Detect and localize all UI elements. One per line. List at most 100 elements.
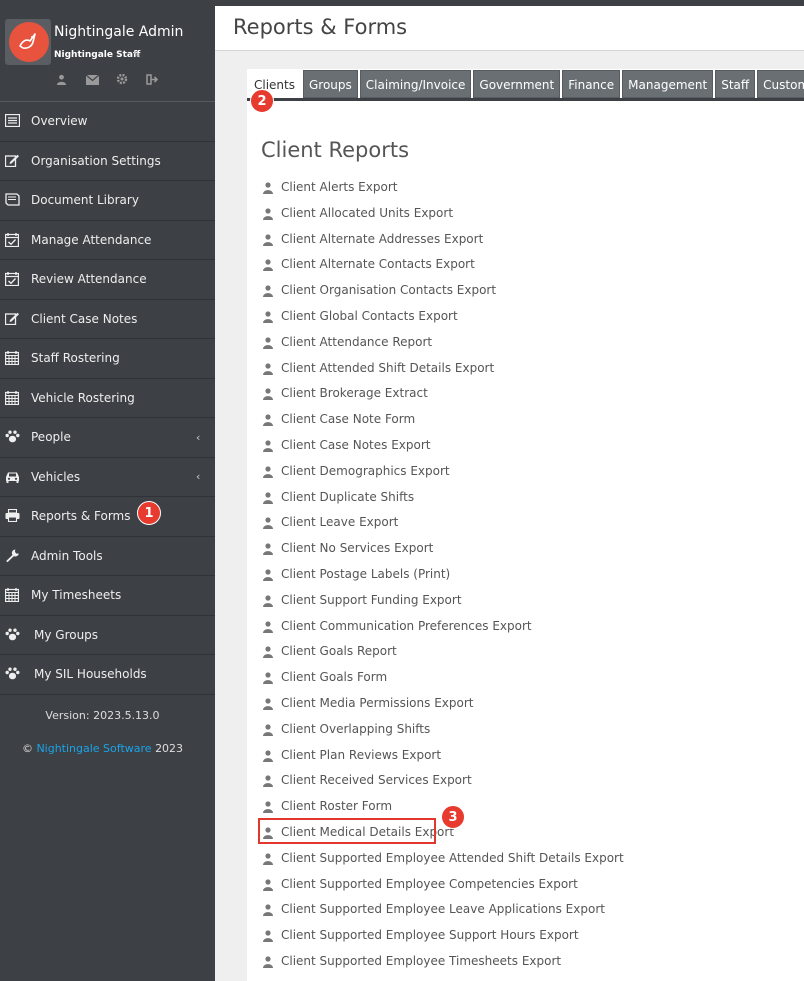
sidebar-item-label: My Timesheets [31,588,122,603]
user-icon [263,543,273,556]
sidebar-item-label: Organisation Settings [31,153,161,168]
report-link[interactable]: Client Demographics Export [262,459,624,485]
user-icon[interactable] [56,70,86,89]
tab-staff[interactable]: Staff [715,70,756,98]
report-label: Client Alerts Export [281,180,398,194]
report-link[interactable]: Client Organisation Contacts Export [262,278,624,304]
report-label: Client Demographics Export [281,463,450,478]
tab-government[interactable]: Government [473,70,561,98]
sidebar-item-people[interactable]: People ‹ [0,418,215,458]
user-icon [263,878,273,891]
user-icon [263,259,273,272]
sidebar-item-staff-rostering[interactable]: Staff Rostering [0,339,215,379]
report-link[interactable]: Client Alerts Export [262,175,624,201]
sidebar-item-label: Reports & Forms [31,509,131,524]
report-link[interactable]: Client Case Notes Export [262,433,624,459]
user-icon [263,311,273,323]
report-label: Client Goals Report [281,644,397,659]
sidebar-item-overview[interactable]: Overview [0,102,215,142]
report-link[interactable]: Client Supported Employee Attended Shift… [262,846,624,872]
client-reports-list: Client Alerts Export Client Allocated Uni… [262,175,624,975]
tab-claiming-invoice[interactable]: Claiming/Invoice [359,70,472,98]
report-label: Client No Services Export [281,541,434,556]
sidebar-item-my-timesheets[interactable]: My Timesheets [0,576,215,616]
report-link[interactable]: Client Alternate Contacts Export [262,252,624,278]
edit-icon [4,154,21,168]
sign-out-icon[interactable] [146,70,176,89]
envelope-icon[interactable] [85,70,116,89]
calendar-grid-icon [5,351,21,366]
report-link[interactable]: Client Media Permissions Export [262,691,624,717]
report-link[interactable]: Client Supported Employee Timesheets Exp… [262,949,624,975]
report-link[interactable]: Client Brokerage Extract [262,381,624,407]
report-link[interactable]: Client Plan Reviews Export [262,743,624,769]
edit-pencil-icon[interactable]: ✎ [133,50,141,61]
chevron-left-icon: ‹ [196,470,201,484]
user-icon [263,672,273,685]
sidebar-item-label: Overview [31,114,88,129]
admin-name: Nightingale Admin [54,24,184,40]
report-link[interactable]: Client Supported Employee Competencies E… [262,872,624,898]
sidebar-item-vehicle-rostering[interactable]: Vehicle Rostering [0,379,215,418]
sidebar-item-organisation-settings[interactable]: Organisation Settings [0,142,215,181]
report-label: Client Alternate Contacts Export [281,257,475,272]
report-link[interactable]: Client Goals Form [262,665,624,691]
report-link[interactable]: Client Communication Preferences Export [262,614,624,640]
report-link[interactable]: Client Leave Export [262,510,624,536]
report-link[interactable]: Client No Services Export [262,536,624,562]
tabs-underline [247,98,804,101]
sidebar-item-admin-tools[interactable]: Admin Tools [0,537,215,576]
user-icon [263,853,273,865]
sidebar-item-label: Staff Rostering [31,351,120,366]
report-label: Client Supported Employee Attended Shift… [281,850,624,865]
report-link[interactable]: Client Alternate Addresses Export [262,227,624,253]
report-link[interactable]: Client Postage Labels (Print) [262,562,624,588]
report-label: Client Attendance Report [281,334,433,349]
tab-groups[interactable]: Groups [303,70,358,98]
sidebar-item-manage-attendance[interactable]: Manage Attendance [0,221,215,260]
step-badge-2: 2 [250,89,274,113]
report-link[interactable]: Client Overlapping Shifts [262,717,624,743]
gear-icon[interactable] [116,70,146,89]
user-icon [263,182,273,194]
avatar[interactable] [5,19,51,65]
company-link[interactable]: Nightingale Software [36,742,151,755]
report-link[interactable]: Client Supported Employee Support Hours … [262,923,624,949]
report-link[interactable]: Client Received Services Export [262,768,624,794]
tab-management[interactable]: Management [622,70,714,98]
sidebar-item-client-case-notes[interactable]: Client Case Notes [0,300,215,339]
report-tabs: Clients Groups Claiming/Invoice Governme… [248,70,804,98]
report-link[interactable]: Client Attendance Report [262,330,624,356]
report-link[interactable]: Client Global Contacts Export [262,304,624,330]
sidebar-item-label: Document Library [31,193,139,208]
report-link[interactable]: Client Supported Employee Leave Applicat… [262,897,624,923]
sidebar-item-my-sil-households[interactable]: My SIL Households [0,655,215,695]
paw-icon [5,667,21,681]
report-link[interactable]: Client Goals Report [262,639,624,665]
copyright: © Nightingale Software 2023 [0,742,205,755]
sidebar-item-reports-forms[interactable]: Reports & Forms [0,497,215,537]
report-link[interactable]: Client Duplicate Shifts [262,485,624,511]
overview-icon [4,114,21,128]
car-icon [5,470,21,484]
report-label: Client Supported Employee Leave Applicat… [281,902,605,917]
sidebar-item-review-attendance[interactable]: Review Attendance [0,260,215,300]
report-link[interactable]: Client Support Funding Export [262,588,624,614]
paw-icon [5,430,21,444]
report-link[interactable]: Client Case Note Form [262,407,624,433]
report-label: Client Overlapping Shifts [281,721,431,736]
sidebar-item-my-groups[interactable]: My Groups [0,616,215,655]
sidebar-item-vehicles[interactable]: Vehicles ‹ [0,458,215,497]
sidebar-item-document-library[interactable]: Document Library [0,181,215,221]
sidebar-item-label: Client Case Notes [31,311,138,326]
tab-finance[interactable]: Finance [562,70,621,98]
report-link[interactable]: Client Allocated Units Export [262,201,624,227]
user-icon [263,208,273,220]
printer-icon [5,509,21,523]
report-link[interactable]: Client Attended Shift Details Export [262,356,624,382]
tab-custom[interactable]: Custom [757,70,804,98]
report-label: Client Supported Employee Support Hours … [281,928,579,943]
user-icon [263,491,273,504]
user-icon [263,337,273,349]
sidebar-item-label: My Groups [34,627,99,642]
